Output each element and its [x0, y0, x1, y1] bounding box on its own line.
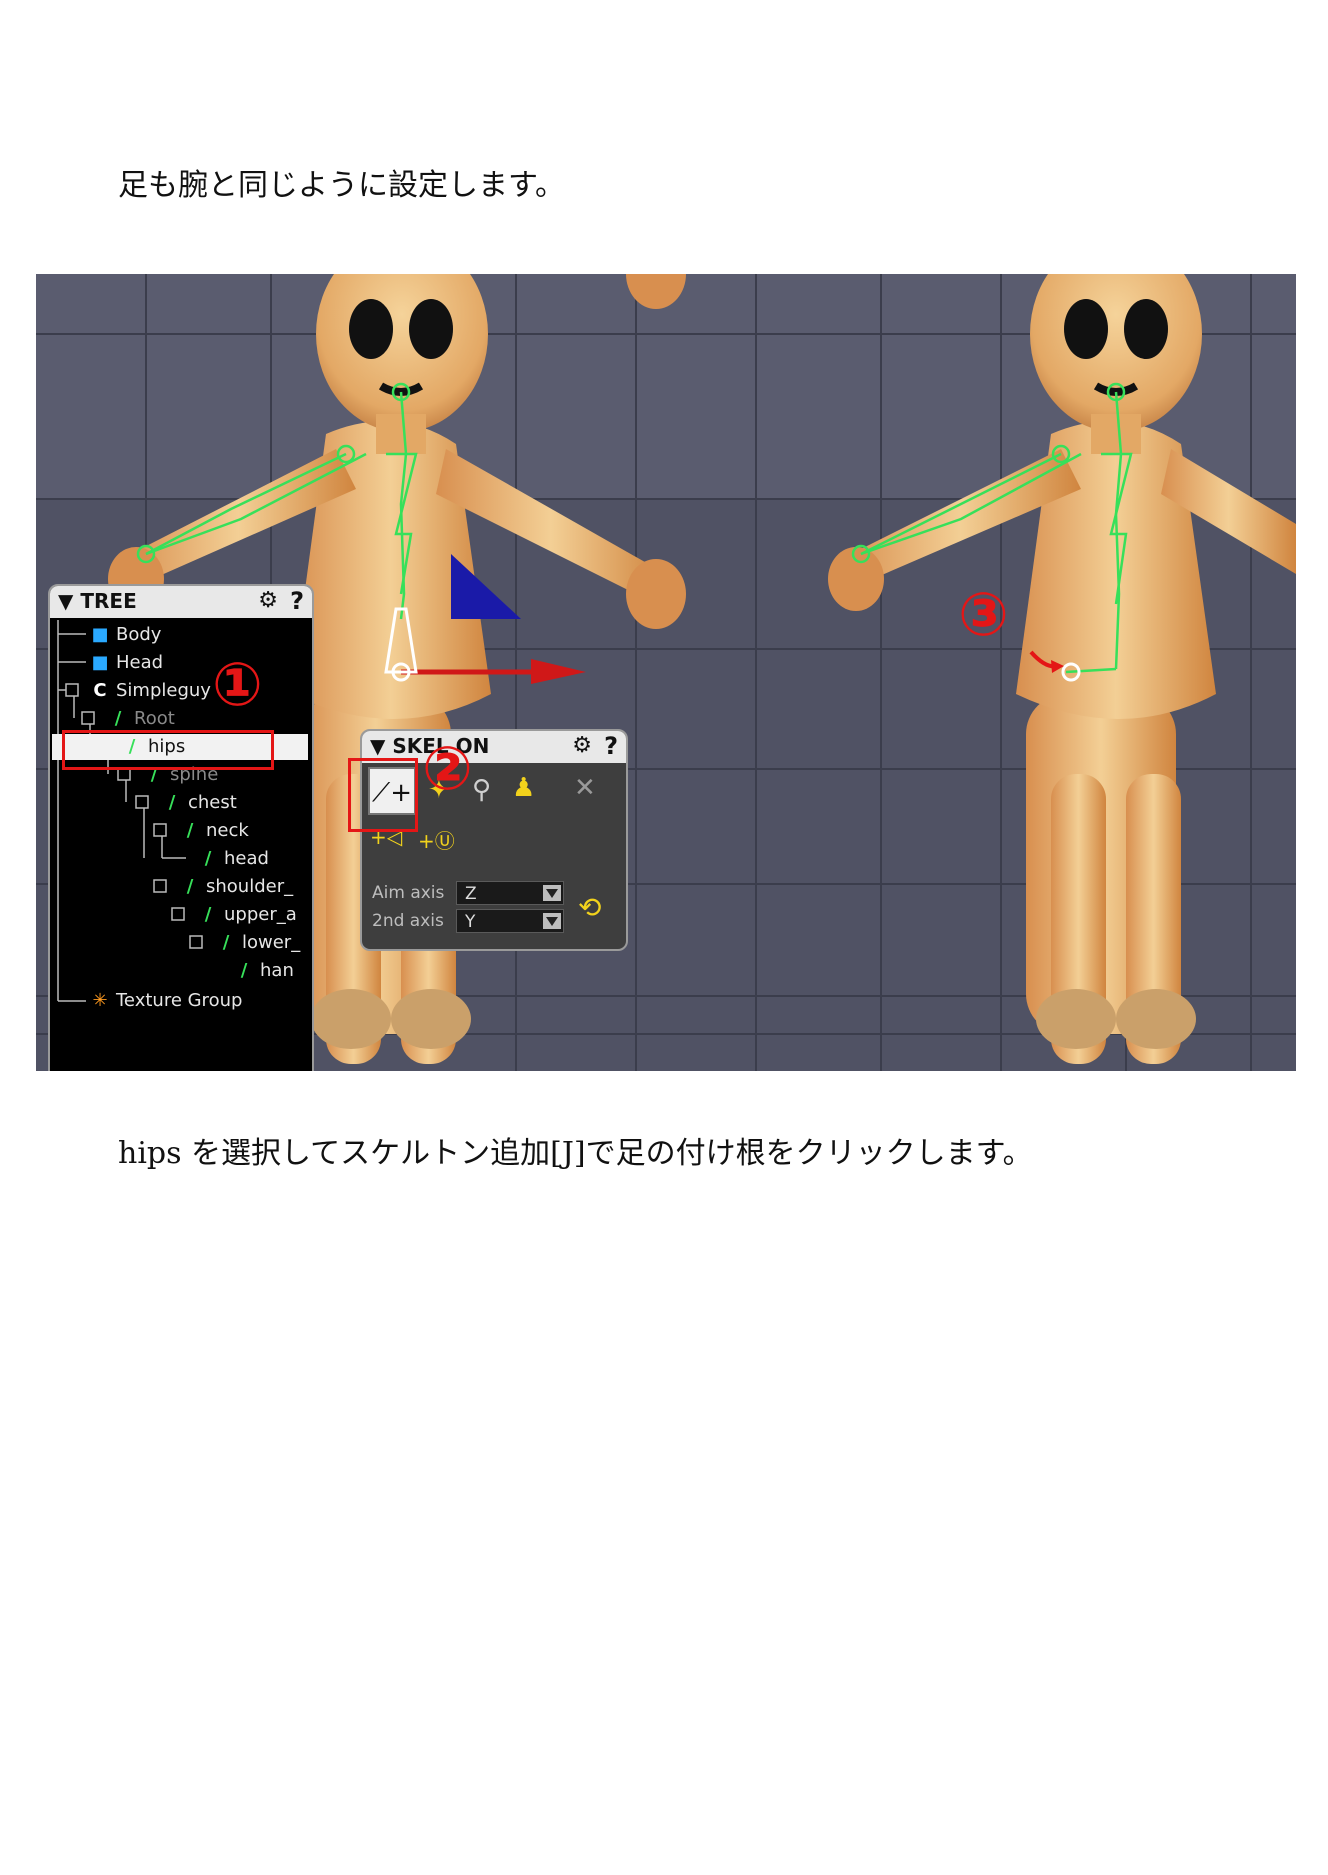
add-skeleton-highlight-box	[348, 758, 418, 832]
second-axis-label: 2nd axis	[372, 911, 444, 931]
ik-tool-button[interactable]: ✕	[574, 773, 596, 803]
hips-highlight-box	[62, 730, 274, 770]
tree-item-head-mesh[interactable]: ■ Head	[90, 650, 163, 676]
bone-icon: /	[186, 876, 194, 897]
bone-icon: /	[204, 848, 212, 869]
mesh-icon: ■	[91, 624, 109, 645]
tree-item-upper-arm[interactable]: / upper_a	[198, 902, 297, 928]
bone-icon: /	[204, 904, 212, 925]
aim-axis-select[interactable]: Z	[456, 881, 564, 905]
tree-item-chest[interactable]: / chest	[162, 790, 237, 816]
bone-icon: /	[168, 792, 176, 813]
bone-tool-button[interactable]: ⚲	[472, 775, 491, 805]
chevron-down-icon	[543, 885, 561, 901]
collapse-arrow-icon: ▼	[370, 734, 386, 758]
bone-icon: /	[240, 960, 248, 981]
unreal-export-button[interactable]: +Ⓤ	[418, 825, 455, 854]
tree-item-lower-arm[interactable]: / lower_	[216, 930, 301, 956]
tree-item-neck[interactable]: / neck	[180, 818, 249, 844]
tree-item-hand[interactable]: / han	[234, 958, 294, 984]
tree-item-texture-group[interactable]: ✳ Texture Group	[90, 988, 242, 1014]
annotation-step-1: ①	[212, 650, 263, 720]
instruction-paragraph: hips を選択してスケルトン追加[J]で足の付け根をクリックします。	[118, 1136, 1033, 1171]
bone-icon: /	[114, 708, 122, 729]
tree-item-head-bone[interactable]: / head	[198, 846, 269, 872]
bind-skeleton-button[interactable]: ♟	[512, 773, 535, 803]
gear-icon[interactable]: ⚙	[572, 733, 592, 758]
viewport-screenshot: ▼ TREE ⚙ ? ■ Body ■ Head C Simpleguy / R…	[36, 274, 1296, 1071]
annotation-step-2: ②	[422, 734, 473, 804]
second-axis-select[interactable]: Y	[456, 909, 564, 933]
aim-axis-label: Aim axis	[372, 883, 445, 903]
tree-item-body[interactable]: ■ Body	[90, 622, 161, 648]
help-icon[interactable]: ?	[604, 732, 618, 760]
bone-icon: /	[222, 932, 230, 953]
group-icon: C	[93, 680, 107, 701]
texture-group-icon: ✳	[92, 990, 108, 1011]
annotation-step-3: ③	[958, 580, 1009, 650]
intro-paragraph: 足も腕と同じように設定します。	[118, 168, 565, 203]
refresh-axis-icon[interactable]: ⟲	[578, 891, 601, 924]
tree-item-root[interactable]: / Root	[108, 706, 175, 732]
tree-item-simpleguy[interactable]: C Simpleguy	[90, 678, 211, 704]
mesh-icon: ■	[91, 652, 109, 673]
chevron-down-icon	[543, 913, 561, 929]
bone-icon: /	[186, 820, 194, 841]
tree-item-shoulder[interactable]: / shoulder_	[180, 874, 293, 900]
tree-panel: ▼ TREE ⚙ ? ■ Body ■ Head C Simpleguy / R…	[48, 584, 314, 1071]
